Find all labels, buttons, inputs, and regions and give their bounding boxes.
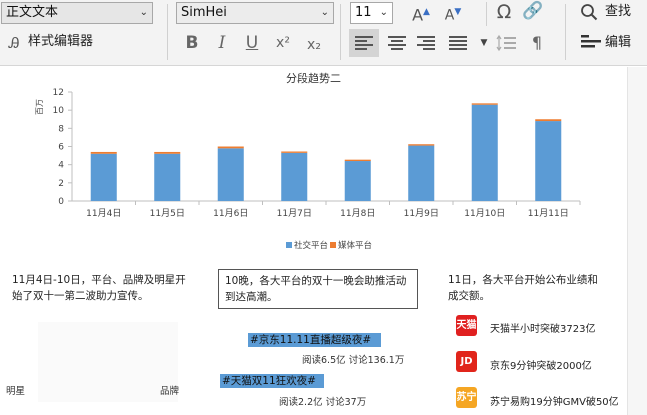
hashtag-tmall-stats: 阅读2.2亿 讨论37万 — [279, 397, 367, 408]
text-middle-box: 10晚，各大平台的双十一晚会助推活动到达高潮。 — [218, 269, 418, 309]
bar-social — [535, 121, 562, 201]
style-editor-button[interactable]: 样式编辑器 — [28, 33, 93, 51]
hashtag-jd-stats: 阅读6.5亿 讨论136.1万 — [302, 355, 405, 366]
legend-swatch-media — [330, 242, 337, 248]
bar-social — [90, 153, 117, 201]
x-tick-label: 11月10日 — [464, 208, 505, 219]
toolbar-divider — [167, 4, 168, 60]
paragraph-style-value: 正文文本 — [6, 5, 59, 20]
chevron-down-icon[interactable]: ▼ — [478, 32, 490, 54]
search-icon[interactable] — [580, 3, 598, 21]
bar-media — [154, 151, 181, 154]
y-tick-label: 6 — [58, 143, 64, 153]
align-left-icon — [355, 36, 373, 50]
hashtag-jd: #京东11.11直播超级夜# — [248, 333, 381, 347]
suning-logo-icon: 苏宁 — [456, 387, 477, 408]
subscript-button[interactable]: x₂ — [303, 34, 325, 56]
bar-media — [90, 151, 117, 154]
x-tick-label: 11月11日 — [528, 208, 569, 219]
align-left-button[interactable] — [349, 29, 379, 57]
x-tick-label: 11月8日 — [340, 208, 375, 219]
decrease-font-size-icon[interactable]: A▼ — [440, 1, 466, 27]
achievement-jd: 京东9分钟突破2000亿 — [490, 361, 592, 372]
bar-media — [281, 151, 308, 153]
label-brand: 品牌 — [160, 386, 180, 397]
bar-media — [471, 103, 498, 105]
achievement-suning: 苏宁易购19分钟GMV破50亿 — [490, 397, 619, 408]
font-size-value: 11 — [355, 5, 372, 20]
bar-media — [344, 159, 371, 162]
link-icon[interactable]: 🔗 — [521, 0, 545, 22]
edit-icon[interactable] — [580, 33, 602, 51]
document-canvas: 分段趋势二 0 2 4 6 8 10 12 百万 11月4日 11月5日 11月6日 11月7日 11月… — [0, 67, 627, 415]
style-editor-icon: Ꭿ — [8, 34, 20, 52]
underline-button[interactable]: U — [243, 32, 261, 54]
hashtag-tmall: #天猫双11狂欢夜# — [220, 374, 324, 388]
increase-font-size-icon[interactable]: A▲ — [408, 1, 434, 26]
chevron-down-icon: ⌄ — [320, 7, 329, 18]
achievement-tmall: 天猫半小时突破3723亿 — [490, 324, 596, 335]
chevron-down-icon: ⌄ — [139, 7, 148, 18]
bar-chart: 0 2 4 6 8 10 12 百万 11月4日 11月5日 11月6日 11月7日 11月8日 11月9… — [35, 88, 581, 219]
toolbar-divider — [565, 4, 566, 60]
font-family-select[interactable]: SimHei ⌄ — [176, 2, 334, 24]
find-button[interactable]: 查找 — [605, 3, 631, 21]
bar-media — [217, 146, 244, 149]
toolbar-divider — [486, 2, 487, 26]
bar-media — [535, 119, 562, 122]
y-tick-label: 2 — [58, 179, 64, 189]
y-tick-label: 4 — [58, 161, 64, 171]
paragraph-style-select[interactable]: 正文文本 ⌄ — [1, 2, 153, 24]
y-tick-label: 8 — [58, 124, 64, 134]
chart-legend: 社交平台 媒体平台 — [286, 239, 372, 251]
label-star: 明星 — [6, 386, 26, 397]
bar-media — [408, 144, 435, 146]
align-right-icon[interactable] — [413, 29, 439, 57]
legend-label-social: 社交平台 — [294, 241, 329, 251]
text-left-column: 11月4日-10日，平台、品牌及明星开始了双十一第二波助力宣传。 — [12, 274, 186, 302]
x-tick-label: 11月4日 — [86, 208, 121, 219]
legend-swatch-social — [286, 242, 292, 248]
bar-social — [281, 152, 308, 201]
paragraph-mark-icon[interactable]: ¶ — [525, 32, 549, 54]
x-tick-label: 11月7日 — [277, 208, 312, 219]
font-size-select[interactable]: 11 ⌄ — [350, 2, 393, 24]
y-tick-label: 12 — [53, 88, 64, 98]
align-center-icon[interactable] — [384, 29, 410, 57]
justify-icon[interactable] — [445, 29, 471, 57]
bold-button[interactable]: B — [183, 32, 201, 54]
y-tick-label: 10 — [53, 106, 65, 116]
bar-social — [217, 148, 244, 201]
line-spacing-icon[interactable] — [495, 29, 519, 57]
superscript-button[interactable]: x² — [272, 32, 294, 54]
y-axis-label: 百万 — [35, 99, 44, 115]
special-character-button[interactable]: Ω — [492, 1, 516, 23]
font-family-value: SimHei — [181, 5, 227, 20]
x-tick-label: 11月5日 — [150, 208, 185, 219]
bar-social — [344, 161, 371, 201]
jd-logo-icon: JD — [456, 351, 477, 372]
y-tick-label: 0 — [58, 197, 64, 207]
bar-social — [154, 153, 181, 201]
chevron-down-icon: ⌄ — [379, 7, 388, 18]
bar-social — [408, 145, 435, 201]
image-placeholder — [38, 322, 178, 402]
toolbar-divider — [340, 4, 341, 60]
legend-label-media: 媒体平台 — [338, 241, 373, 251]
text-right-column: 11日，各大平台开始公布业绩和成交额。 — [448, 274, 598, 302]
edit-button[interactable]: 编辑 — [605, 34, 631, 52]
x-tick-label: 11月6日 — [213, 208, 248, 219]
vertical-scrollbar[interactable] — [627, 67, 647, 415]
toolbar: 正文文本 ⌄ Ꭿ 样式编辑器 SimHei ⌄ 11 ⌄ A▲ A▼ B I U… — [0, 0, 647, 66]
bar-social — [471, 104, 498, 201]
italic-button[interactable]: I — [213, 32, 231, 54]
x-tick-label: 11月9日 — [404, 208, 439, 219]
tmall-logo-icon: 天猫 — [456, 315, 477, 336]
